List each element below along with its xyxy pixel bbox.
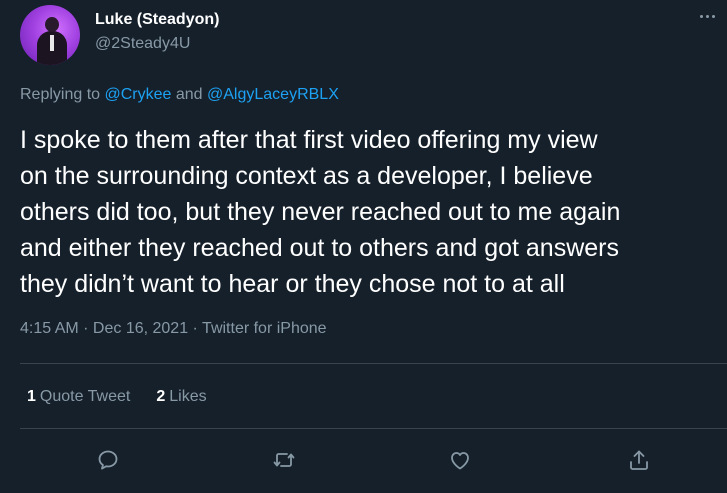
more-horizontal-icon[interactable] xyxy=(690,6,724,26)
speech-bubble-icon xyxy=(98,450,118,470)
tweet-text: I spoke to them after that first video o… xyxy=(20,126,621,298)
share-button[interactable] xyxy=(621,442,657,478)
tweet-stats: 1 Quote Tweet 2 Likes xyxy=(27,388,207,406)
tweet-source[interactable]: Twitter for iPhone xyxy=(202,320,327,337)
more-dot xyxy=(699,14,703,18)
mention-link-crykee[interactable]: @Crykee xyxy=(105,86,172,103)
quote-tweets-stat[interactable]: 1 Quote Tweet xyxy=(27,388,130,406)
divider xyxy=(20,363,727,364)
display-name[interactable]: Luke (Steadyon) xyxy=(95,11,219,29)
meta-separator: · xyxy=(188,320,203,337)
tweet-actions xyxy=(0,442,727,478)
tweet-date[interactable]: Dec 16, 2021 xyxy=(93,320,188,337)
retweet-icon xyxy=(273,453,295,467)
more-dot xyxy=(705,14,709,18)
reply-button[interactable] xyxy=(90,442,126,478)
more-dot xyxy=(711,14,715,18)
quote-tweets-count: 1 xyxy=(27,388,36,405)
likes-count: 2 xyxy=(156,388,166,405)
likes-stat[interactable]: 2 Likes xyxy=(156,388,206,406)
meta-separator: · xyxy=(78,320,93,337)
avatar-figure-lanyard xyxy=(50,35,54,51)
share-icon xyxy=(630,450,648,470)
tweet-meta: 4:15 AM · Dec 16, 2021 · Twitter for iPh… xyxy=(20,320,327,338)
avatar[interactable] xyxy=(20,5,80,65)
mention-link-algylacey[interactable]: @AlgyLaceyRBLX xyxy=(207,86,339,103)
divider xyxy=(20,428,727,429)
tweet-time[interactable]: 4:15 AM xyxy=(20,320,79,337)
retweet-button[interactable] xyxy=(266,442,302,478)
replying-joiner: and xyxy=(171,86,208,103)
heart-icon xyxy=(451,452,469,470)
avatar-figure-head xyxy=(45,17,59,32)
replying-prefix: Replying to xyxy=(20,86,105,103)
likes-label: Likes xyxy=(169,388,207,405)
quote-tweets-label: Quote Tweet xyxy=(39,388,131,405)
user-handle[interactable]: @2Steady4U xyxy=(95,35,190,53)
like-button[interactable] xyxy=(442,442,478,478)
replying-to: Replying to @Crykee and @AlgyLaceyRBLX xyxy=(20,86,339,104)
